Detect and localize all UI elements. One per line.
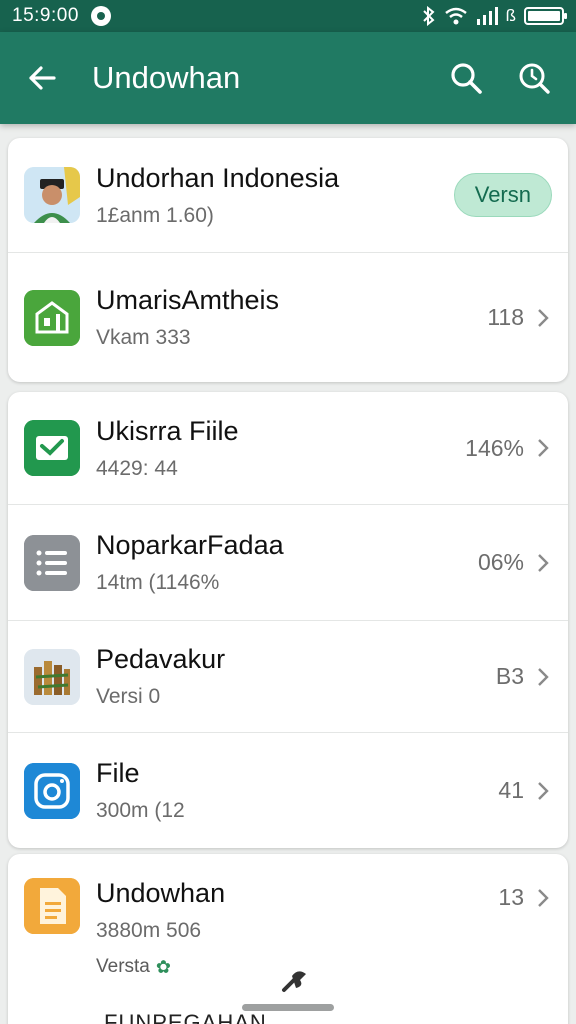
search-button[interactable] [442, 54, 490, 102]
list-item[interactable]: File 300m (12 41 [8, 732, 568, 848]
app-bar: Undowhan [0, 32, 576, 124]
leaf-icon: ✿ [155, 956, 171, 977]
item-title: Pedavakur [96, 644, 226, 674]
building-photo-icon [24, 648, 80, 705]
item-title: Ukisrra Fiile [96, 415, 239, 446]
chevron-right-icon [536, 665, 552, 689]
bluetooth-icon [422, 6, 435, 26]
email-app-icon [24, 420, 80, 476]
item-value: 06% [477, 549, 524, 575]
history-search-icon [519, 63, 550, 94]
chevron-right-icon [536, 306, 552, 330]
version-button[interactable]: Versn [453, 173, 552, 217]
version-note-label: Versta [96, 956, 150, 977]
app-card-3: Undowhan 3880m 506 13 Versta ✿ FUNPEGAHA… [8, 854, 568, 1024]
page-title: Undowhan [92, 60, 241, 95]
list-app-icon [24, 534, 80, 591]
item-value: 41 [498, 777, 524, 803]
list-item[interactable]: Undorhan Indonesia 1£anm 1.60) Versn [8, 138, 568, 252]
item-title: UmarisAmtheis [96, 285, 280, 315]
app-card-2: Ukisrra Fiile 4429: 44 146% NoparkarFada… [8, 392, 568, 848]
item-subtitle: Vkam 333 [96, 326, 191, 349]
item-subtitle: 3880m 506 [96, 919, 202, 942]
camera-app-icon [24, 762, 80, 819]
item-value: 146% [465, 434, 524, 461]
item-subtitle: 4429: 44 [96, 456, 178, 480]
back-button[interactable] [18, 54, 66, 102]
list-item[interactable]: Ukisrra Fiile 4429: 44 146% [8, 392, 568, 504]
battery-icon [524, 7, 567, 25]
item-subtitle: 14tm (1146% [96, 571, 220, 594]
list-item[interactable]: Pedavakur Versi 0 B3 [8, 620, 568, 732]
app-card-1: Undorhan Indonesia 1£anm 1.60) Versn Uma… [8, 138, 568, 382]
status-bar: 15:9:00 ß [0, 0, 576, 32]
history-search-button[interactable] [510, 54, 558, 102]
signal-icon [476, 7, 498, 25]
arrow-left-icon [29, 66, 56, 90]
list-item[interactable]: NoparkarFadaa 14tm (1146% 06% [8, 504, 568, 620]
item-title: Undowhan [96, 878, 226, 908]
building-app-icon [24, 289, 80, 346]
chevron-right-icon [536, 779, 552, 803]
tool-icon[interactable] [280, 966, 310, 1001]
chevron-right-icon [536, 551, 552, 575]
item-title: File [96, 758, 140, 788]
chevron-right-icon [536, 886, 552, 910]
status-time: 15:9:00 [12, 5, 79, 26]
home-indicator[interactable] [242, 1004, 334, 1011]
item-title: NoparkarFadaa [96, 530, 284, 560]
list-item[interactable]: Undowhan 3880m 506 13 [8, 854, 568, 950]
item-value: B3 [495, 663, 524, 689]
notification-dot-icon [90, 6, 111, 26]
item-title: Undorhan Indonesia [96, 162, 340, 193]
item-subtitle: Versi 0 [96, 685, 161, 708]
document-app-icon [24, 878, 80, 934]
list-item[interactable]: UmarisAmtheis Vkam 333 118 [8, 252, 568, 382]
chevron-right-icon [536, 436, 552, 460]
status-indicators: ß [422, 6, 567, 26]
truncated-label: FUNPEGAHAN [104, 1010, 267, 1024]
status-indicator-text: ß [505, 6, 516, 25]
search-icon [451, 63, 482, 94]
item-subtitle: 1£anm 1.60) [96, 203, 214, 227]
item-subtitle: 300m (12 [96, 799, 185, 822]
item-value: 13 [498, 884, 524, 910]
item-value: 118 [487, 304, 524, 330]
wifi-icon [444, 7, 467, 25]
version-note: Versta ✿ [96, 956, 171, 978]
flag-avatar-icon [24, 167, 80, 223]
